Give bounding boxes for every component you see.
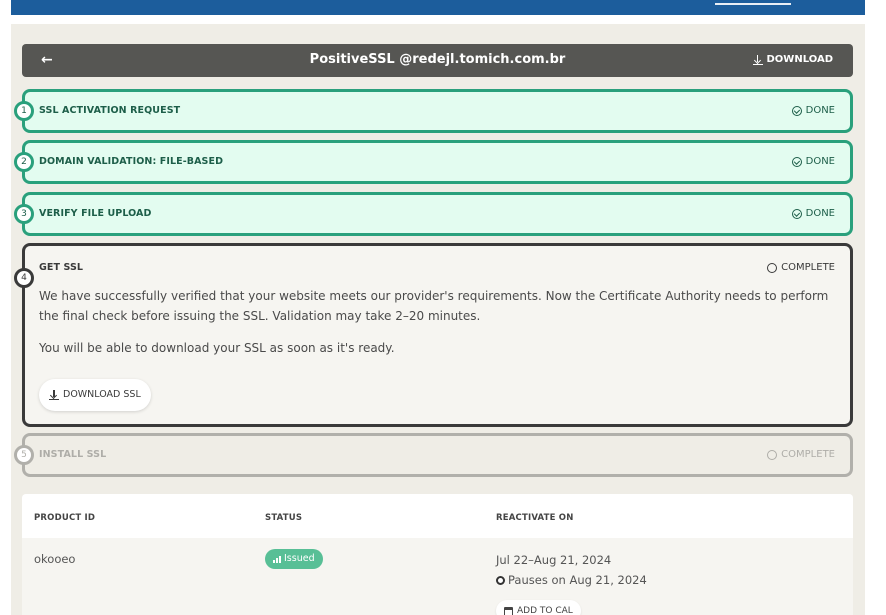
add-to-cal-label: ADD TO CAL — [517, 606, 573, 615]
step-label: INSTALL SSL — [39, 449, 107, 460]
status-badge-text: Issued — [284, 553, 315, 564]
step-number: 1 — [14, 101, 34, 121]
add-to-calendar-button[interactable]: ADD TO CAL — [496, 600, 581, 615]
step-label: GET SSL — [39, 262, 84, 273]
step-status-text: DONE — [805, 105, 835, 116]
top-navigation-bar — [11, 0, 865, 15]
step-status: DONE — [791, 156, 835, 168]
download-icon — [752, 55, 763, 65]
step-label: VERIFY FILE UPLOAD — [39, 208, 152, 219]
download-label: DOWNLOAD — [766, 54, 834, 65]
circle-icon — [767, 450, 778, 460]
radio-dot-icon — [496, 576, 505, 585]
step-status-text: DONE — [805, 208, 835, 219]
step-ssl-activation-request[interactable]: 1 SSL ACTIVATION REQUEST DONE — [14, 89, 853, 133]
step-status: COMPLETE — [767, 262, 835, 274]
step-status-text: COMPLETE — [781, 262, 835, 273]
table-header: PRODUCT ID STATUS REACTIVATE ON — [22, 494, 853, 538]
check-circle-icon — [791, 106, 802, 116]
step-number: 4 — [14, 268, 34, 288]
step-note: You will be able to download your SSL as… — [39, 341, 395, 355]
step-status: DONE — [791, 208, 835, 220]
page-title: PositiveSSL @redejl.tomich.com.br — [309, 52, 566, 67]
step-number: 3 — [14, 204, 34, 224]
product-table: PRODUCT ID STATUS REACTIVATE ON okooeo I… — [22, 494, 853, 615]
step-label: SSL ACTIVATION REQUEST — [39, 105, 181, 116]
check-circle-icon — [791, 209, 802, 219]
product-id-value: okooeo — [34, 552, 76, 566]
step-get-ssl: 4 GET SSL COMPLETE We have successfully … — [14, 243, 853, 427]
circle-icon — [767, 263, 778, 273]
column-header-reactivate-on: REACTIVATE ON — [496, 513, 574, 523]
check-circle-icon — [791, 157, 802, 167]
reactivate-date-range: Jul 22–Aug 21, 2024 — [496, 553, 612, 567]
column-header-product-id: PRODUCT ID — [34, 513, 96, 523]
step-domain-validation[interactable]: 2 DOMAIN VALIDATION: FILE-BASED DONE — [14, 140, 853, 184]
signal-bars-icon — [273, 555, 281, 563]
download-ssl-label: DOWNLOAD SSL — [63, 389, 141, 400]
step-install-ssl: 5 INSTALL SSL COMPLETE — [14, 433, 853, 477]
step-number: 2 — [14, 152, 34, 172]
pause-note: Pauses on Aug 21, 2024 — [496, 573, 647, 587]
step-status-text: DONE — [805, 156, 835, 167]
ssl-header-bar: ← PositiveSSL @redejl.tomich.com.br DOWN… — [22, 44, 853, 77]
download-ssl-button[interactable]: DOWNLOAD SSL — [39, 379, 151, 411]
nav-active-indicator — [715, 3, 791, 5]
step-verify-file-upload[interactable]: 3 VERIFY FILE UPLOAD DONE — [14, 192, 853, 236]
calendar-icon — [504, 606, 513, 615]
step-status: DONE — [791, 105, 835, 117]
download-icon — [49, 390, 59, 400]
step-status: COMPLETE — [767, 449, 835, 461]
step-description: We have successfully verified that your … — [39, 289, 829, 323]
step-label: DOMAIN VALIDATION: FILE-BASED — [39, 156, 224, 167]
download-button[interactable]: DOWNLOAD — [752, 53, 834, 67]
pause-note-text: Pauses on Aug 21, 2024 — [508, 573, 647, 587]
step-number: 5 — [14, 445, 34, 465]
step-status-text: COMPLETE — [781, 449, 835, 460]
status-badge: Issued — [265, 549, 323, 569]
column-header-status: STATUS — [265, 513, 303, 523]
